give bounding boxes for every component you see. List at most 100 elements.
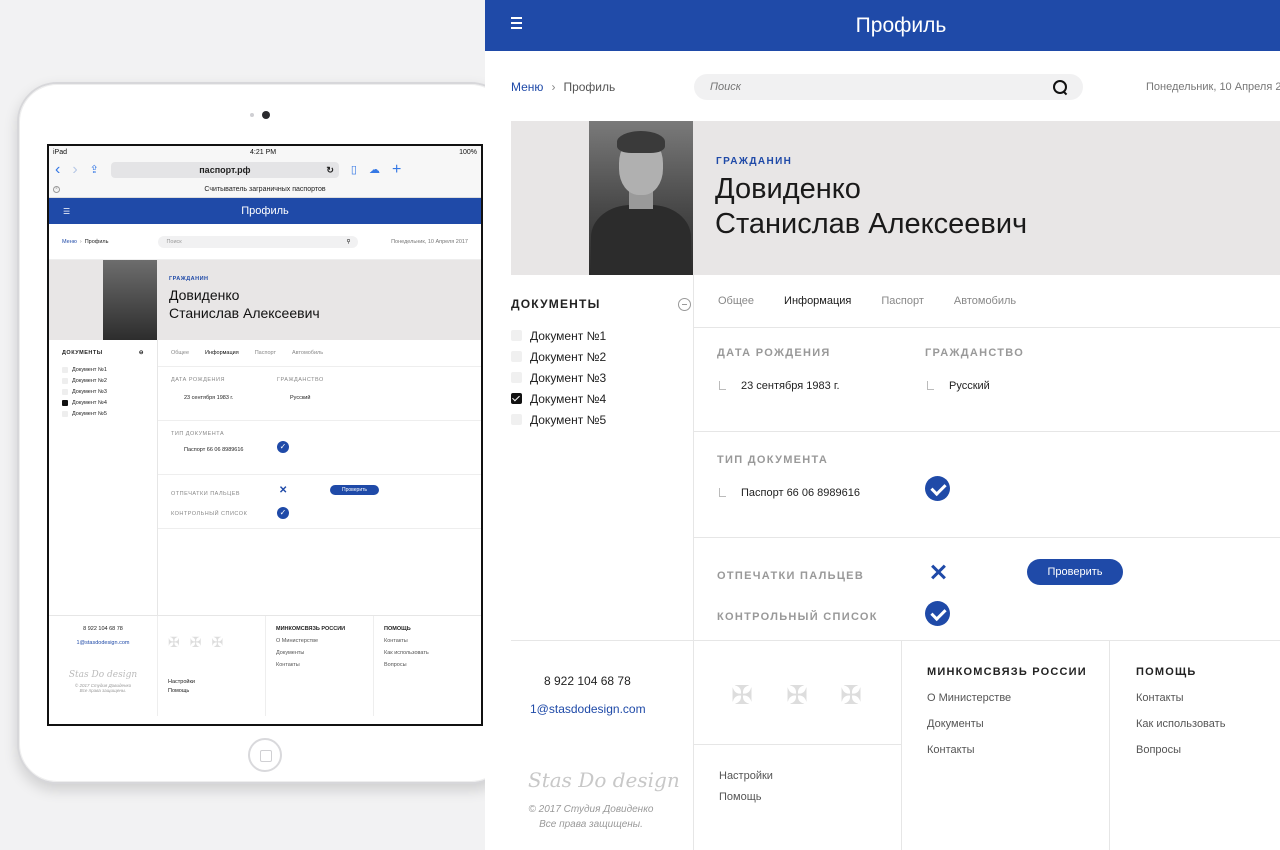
mobile-documents-title-text: ДОКУМЕНТЫ (62, 350, 103, 356)
mobile-tab-car[interactable]: Автомобиль (292, 350, 323, 356)
ipad-mockup: iPad 4:21 PM 100% ‹ › ⇪ паспорт.рф ↻ ▯ ☁… (17, 82, 511, 784)
new-tab-icon[interactable]: + (392, 162, 401, 178)
document-label: Документ №5 (530, 412, 607, 427)
document-item[interactable]: Документ №2 (511, 346, 693, 367)
footer-column-divider (901, 641, 902, 850)
mobile-document-item[interactable]: Документ №4 (62, 397, 144, 408)
document-item[interactable]: Документ №3 (511, 367, 693, 388)
mobile-footer-help[interactable]: Помощь (168, 688, 255, 694)
forward-icon[interactable]: › (72, 162, 77, 178)
mobile-document-item[interactable]: Документ №1 (62, 364, 144, 375)
mobile-ministry-link[interactable]: Документы (276, 650, 363, 656)
mobile-document-item[interactable]: Документ №5 (62, 408, 144, 419)
mobile-menu-icon[interactable]: ☰ (63, 207, 70, 216)
mobile-toolbar: Меню › Профиль Поиск ⚲ Понедельник, 10 А… (49, 224, 481, 260)
document-item[interactable]: Документ №4 (511, 388, 693, 409)
mobile-verify-button[interactable]: Проверить (330, 485, 380, 495)
mobile-footer-email[interactable]: 1@stasdodesign.com (59, 640, 147, 646)
ios-status-bar: iPad 4:21 PM 100% (49, 146, 481, 158)
tab-general[interactable]: Общее (718, 295, 754, 307)
checkbox-checked-icon[interactable] (62, 399, 68, 406)
mobile-help-link[interactable]: Вопросы (384, 662, 429, 668)
mobile-document-label: Документ №3 (72, 388, 107, 395)
tab-passport[interactable]: Паспорт (881, 295, 924, 307)
ministry-link[interactable]: Документы (927, 718, 984, 730)
coat-of-arms-icon: ✠ (840, 680, 862, 710)
close-tab-icon[interactable]: × (53, 186, 60, 193)
mobile-watchlist-label: КОНТРОЛЬНЫЙ СПИСОК (171, 511, 248, 517)
ministry-link[interactable]: О Министерстве (927, 692, 1011, 704)
browser-tab[interactable]: × Считыватель заграничных паспортов (49, 182, 481, 198)
citizen-label: ГРАЖДАНИН (716, 156, 793, 167)
mobile-page-title: Профиль (241, 205, 289, 217)
mobile-document-item[interactable]: Документ №2 (62, 375, 144, 386)
edit-icon[interactable] (925, 380, 935, 392)
help-link[interactable]: Как использовать (1136, 718, 1225, 730)
safari-toolbar: ‹ › ⇪ паспорт.рф ↻ ▯ ☁ + (49, 158, 481, 182)
tab-car[interactable]: Автомобиль (954, 295, 1016, 307)
checkbox-icon[interactable] (62, 388, 68, 395)
mobile-tab-passport[interactable]: Паспорт (255, 350, 276, 356)
tab-info[interactable]: Информация (784, 295, 851, 307)
mobile-footer-help-col: ПОМОЩЬ Контакты Как использовать Вопросы (374, 616, 439, 716)
verify-button[interactable]: Проверить (1027, 559, 1123, 585)
share-icon[interactable]: ⇪ (90, 164, 99, 176)
footer-settings-link[interactable]: Настройки (719, 770, 773, 782)
checkbox[interactable] (511, 351, 522, 362)
status-time: 4:21 PM (250, 148, 277, 156)
checkbox[interactable] (511, 372, 522, 383)
footer-help-link[interactable]: Помощь (719, 791, 762, 803)
mobile-tab-info[interactable]: Информация (205, 350, 239, 356)
mobile-document-label: Документ №5 (72, 410, 107, 417)
footer-divider (511, 640, 1280, 641)
checkbox[interactable] (511, 414, 522, 425)
document-label: Документ №2 (530, 349, 607, 364)
search-input[interactable] (710, 81, 1010, 93)
help-link[interactable]: Контакты (1136, 692, 1184, 704)
footer-email[interactable]: 1@stasdodesign.com (530, 702, 646, 716)
mobile-document-label: Документ №2 (72, 377, 107, 384)
checkbox-checked[interactable] (511, 393, 522, 404)
help-link[interactable]: Вопросы (1136, 744, 1181, 756)
mobile-collapse-icon[interactable]: ⊖ (139, 350, 144, 356)
mobile-breadcrumb-menu[interactable]: Меню (62, 239, 77, 245)
checkbox-icon[interactable] (62, 366, 68, 373)
profile-photo (589, 121, 693, 275)
help-heading: ПОМОЩЬ (1136, 666, 1197, 678)
back-icon[interactable]: ‹ (55, 162, 60, 178)
ministry-link[interactable]: Контакты (927, 744, 975, 756)
document-item[interactable]: Документ №1 (511, 325, 693, 346)
mobile-tab-general[interactable]: Общее (171, 350, 189, 356)
mobile-search-input[interactable]: Поиск ⚲ (158, 235, 359, 248)
mobile-document-item[interactable]: Документ №3 (62, 386, 144, 397)
edit-icon[interactable] (717, 487, 727, 499)
rights-line: Все права защищены. (539, 819, 643, 830)
ipad-home-button[interactable] (248, 738, 282, 772)
mobile-search-icon[interactable]: ⚲ (346, 239, 350, 245)
url-bar[interactable]: паспорт.рф ↻ (110, 162, 339, 178)
mobile-help-link[interactable]: Как использовать (384, 650, 429, 656)
edit-icon[interactable] (717, 380, 727, 392)
bookmarks-icon[interactable]: ▯ (351, 164, 357, 176)
mobile-fingerprints-label: ОТПЕЧАТКИ ПАЛЬЦЕВ (171, 491, 241, 497)
chevron-right-icon: › (551, 80, 556, 94)
mobile-ministry-link[interactable]: О Министерстве (276, 638, 363, 644)
mobile-document-label: Документ №1 (72, 366, 107, 373)
hamburger-menu-icon[interactable] (511, 17, 522, 32)
mobile-footer-settings[interactable]: Настройки (168, 679, 255, 685)
birth-date-field: 23 сентября 1983 г. (717, 380, 840, 392)
checkbox-icon[interactable] (62, 377, 68, 384)
document-item[interactable]: Документ №5 (511, 409, 693, 430)
breadcrumb-menu-link[interactable]: Меню (511, 80, 543, 94)
mobile-help-link[interactable]: Контакты (384, 638, 429, 644)
cloud-icon[interactable]: ☁ (369, 164, 380, 176)
collapse-minus-icon[interactable] (678, 297, 691, 311)
citizen-last-name: Довиденко (715, 173, 861, 205)
mobile-details: Общее Информация Паспорт Автомобиль ДАТА… (158, 340, 481, 615)
search-icon[interactable] (1053, 80, 1067, 94)
checkbox-icon[interactable] (62, 410, 68, 417)
checkbox[interactable] (511, 330, 522, 341)
mobile-ministry-link[interactable]: Контакты (276, 662, 363, 668)
column-divider (693, 275, 694, 850)
reload-icon[interactable]: ↻ (326, 165, 334, 176)
